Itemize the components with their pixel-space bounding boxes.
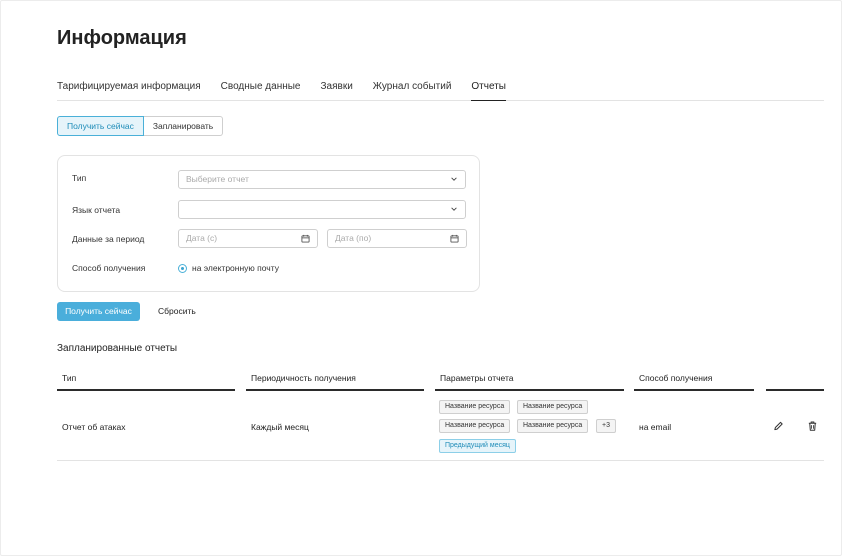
tab-bar: Тарифицируемая информация Сводные данные… — [57, 80, 824, 101]
column-header-delivery: Способ получения — [634, 373, 754, 391]
param-chip: Название ресурса — [517, 400, 589, 414]
reset-button[interactable]: Сбросить — [158, 302, 196, 321]
get-now-button[interactable]: Получить сейчас — [57, 302, 140, 321]
page-title: Информация — [57, 27, 187, 49]
period-param-chip: Предыдущий месяц — [439, 439, 516, 453]
column-header-period: Периодичность получения — [246, 373, 424, 391]
column-header-type: Тип — [57, 373, 235, 391]
row-period: Каждый месяц — [251, 422, 309, 432]
report-type-select[interactable]: Выберите отчет — [178, 170, 466, 189]
period-label: Данные за период — [72, 234, 145, 244]
tab-summary[interactable]: Сводные данные — [221, 80, 301, 101]
calendar-icon[interactable] — [450, 234, 459, 243]
trash-icon[interactable] — [807, 420, 818, 432]
param-chip: Название ресурса — [517, 419, 589, 433]
tab-requests[interactable]: Заявки — [321, 80, 353, 101]
row-delivery: на email — [639, 422, 672, 432]
row-type: Отчет об атаках — [62, 422, 126, 432]
column-header-actions — [766, 373, 824, 391]
date-to-placeholder: Дата (по) — [335, 233, 372, 243]
param-chip: Название ресурса — [439, 400, 511, 414]
row-divider — [57, 460, 824, 461]
schedule-toggle[interactable]: Запланировать — [143, 116, 224, 136]
chevron-down-icon — [451, 177, 457, 181]
mode-switch: Получить сейчас Запланировать — [57, 116, 224, 136]
calendar-icon[interactable] — [301, 234, 310, 243]
report-form: Тип Выберите отчет Язык отчета Данные за… — [57, 155, 480, 292]
scheduled-reports-title: Запланированные отчеты — [57, 343, 178, 354]
email-delivery-label[interactable]: на электронную почту — [192, 263, 279, 273]
tab-billing[interactable]: Тарифицируемая информация — [57, 80, 201, 101]
tab-event-log[interactable]: Журнал событий — [373, 80, 452, 101]
email-delivery-radio[interactable] — [178, 264, 187, 273]
tab-reports[interactable]: Отчеты — [471, 80, 506, 101]
date-from-input[interactable]: Дата (с) — [178, 229, 318, 248]
column-header-params: Параметры отчета — [435, 373, 624, 391]
report-language-select[interactable] — [178, 200, 466, 219]
language-label: Язык отчета — [72, 205, 121, 215]
date-to-input[interactable]: Дата (по) — [327, 229, 467, 248]
param-chip: Название ресурса — [439, 419, 511, 433]
more-params-chip[interactable]: +3 — [596, 419, 616, 433]
type-label: Тип — [72, 173, 87, 183]
pencil-icon[interactable] — [773, 420, 784, 432]
chevron-down-icon — [451, 207, 457, 211]
delivery-label: Способ получения — [72, 263, 146, 273]
report-type-placeholder: Выберите отчет — [186, 174, 249, 184]
date-from-placeholder: Дата (с) — [186, 233, 218, 243]
get-now-toggle[interactable]: Получить сейчас — [57, 116, 144, 136]
